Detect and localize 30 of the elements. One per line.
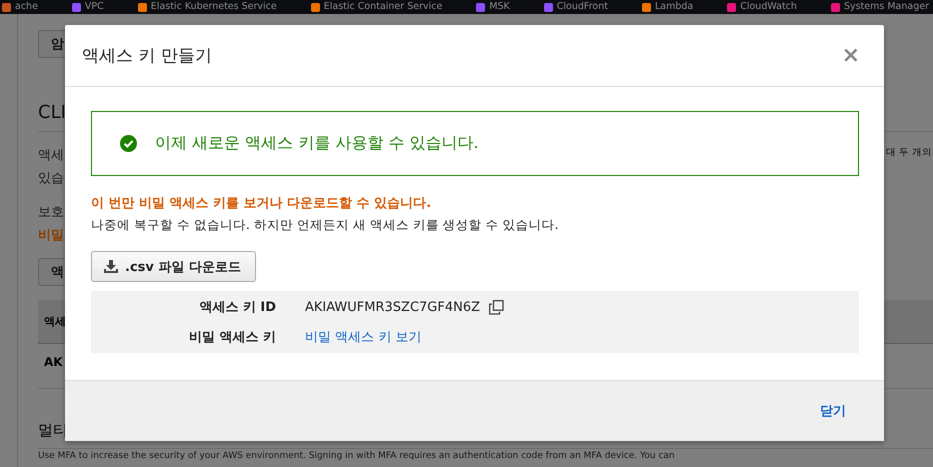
nav-link[interactable]: CloudFront bbox=[544, 1, 608, 13]
note-text: 나중에 복구할 수 없습니다. 하지만 언제든지 새 액세스 키를 생성할 수 있습니다. bbox=[91, 217, 560, 234]
warning-text: 이 번만 비밀 액세스 키를 보거나 다운로드할 수 있습니다. bbox=[91, 195, 432, 212]
success-message: 이제 새로운 액세스 키를 사용할 수 있습니다. bbox=[155, 133, 479, 154]
paragraph-text: 액세 bbox=[38, 147, 64, 164]
download-button[interactable]: .csv 파일 다운로드 bbox=[91, 251, 256, 282]
paragraph-text: 대 두 개의 bbox=[886, 146, 932, 160]
close-button[interactable]: × bbox=[842, 43, 860, 68]
paragraph-text: 있습 bbox=[38, 170, 64, 187]
access-key-id: AKIAWUFMR3SZC7GF4N6Z bbox=[305, 300, 480, 314]
close-link[interactable]: 닫기 bbox=[820, 402, 846, 420]
nav-link[interactable]: ache bbox=[2, 1, 38, 13]
nav-link[interactable]: VPC bbox=[72, 1, 104, 13]
nav-link[interactable]: Lambda bbox=[642, 1, 694, 13]
paragraph-text: 보호 bbox=[38, 204, 64, 221]
paragraph-text: Use MFA to increase the security of your AWS environment. Signing in with MFA requires an authentication code from an MFA device. You can bbox=[38, 451, 676, 461]
nav-link[interactable]: CloudWatch bbox=[727, 1, 797, 13]
table-cell: AK bbox=[44, 355, 63, 369]
field-label: 액세스 키 ID bbox=[198, 299, 276, 316]
nav-link[interactable]: Elastic Kubernetes Service bbox=[138, 1, 277, 13]
nav-link[interactable]: MSK bbox=[476, 1, 510, 13]
field-label: 비밀 액세스 키 bbox=[188, 329, 276, 346]
show-secret-link[interactable]: 비밀 액세스 키 보기 bbox=[305, 328, 422, 346]
nav-link[interactable]: Elastic Container Service bbox=[310, 1, 442, 13]
download-icon bbox=[104, 260, 118, 273]
copy-icon[interactable] bbox=[489, 300, 504, 314]
check-circle-icon bbox=[120, 135, 137, 152]
warning-text: 비밀 bbox=[38, 227, 64, 244]
section-heading: CLI bbox=[38, 102, 66, 123]
nav-link[interactable]: Systems Manager bbox=[830, 1, 929, 13]
